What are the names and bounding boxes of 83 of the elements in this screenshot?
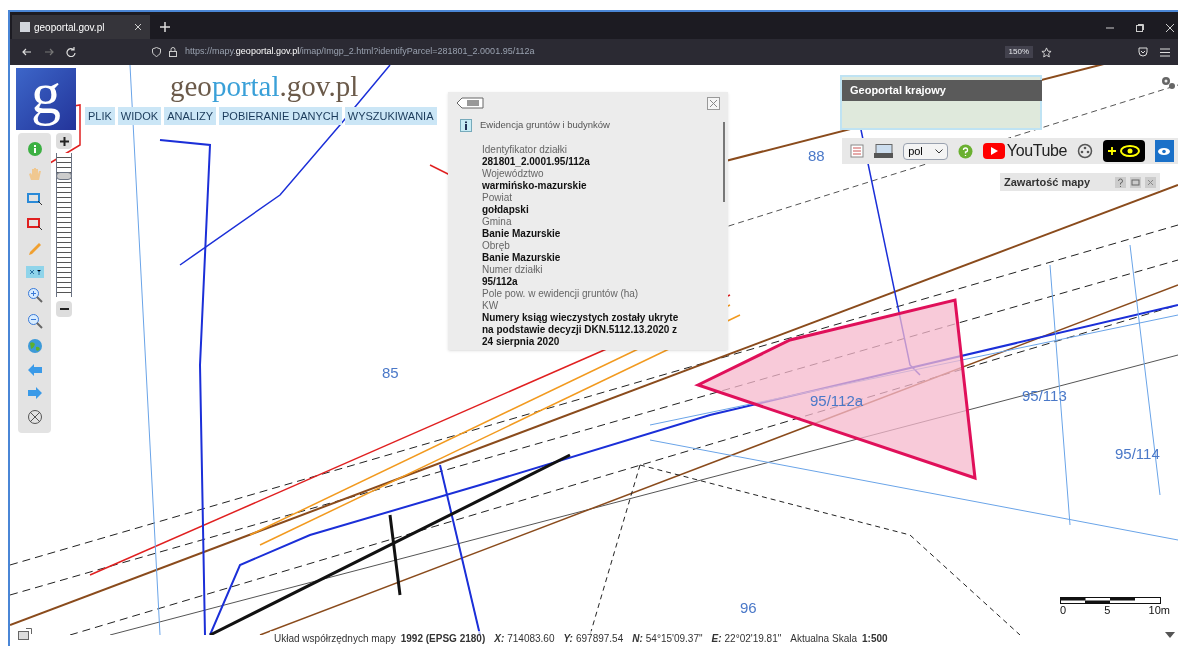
field-label: Identyfikator działki bbox=[482, 144, 569, 157]
browser-tab[interactable]: geoportal.gov.pl bbox=[12, 15, 150, 39]
field-label: KW bbox=[482, 300, 500, 313]
xyh-icon[interactable] bbox=[25, 266, 44, 279]
play-icon[interactable] bbox=[982, 143, 1005, 159]
field-label: Obręb bbox=[482, 240, 511, 253]
field-label: Województwo bbox=[482, 168, 545, 181]
chevron-down-icon bbox=[935, 148, 944, 154]
caret-down-icon[interactable] bbox=[1165, 632, 1175, 638]
parcel-number: 88 bbox=[808, 146, 825, 166]
minimize-map-icon[interactable] bbox=[18, 628, 32, 640]
help-icon[interactable] bbox=[1115, 176, 1126, 188]
wms-icon[interactable] bbox=[873, 144, 894, 158]
site-icon bbox=[20, 22, 30, 32]
contrast-button[interactable] bbox=[1102, 140, 1145, 162]
youtube-link[interactable]: YouTube bbox=[1006, 143, 1067, 159]
shield-icon bbox=[152, 47, 161, 57]
parcel-polygon[interactable] bbox=[694, 298, 977, 481]
scale-label: 0 bbox=[1060, 604, 1067, 616]
url-text: https://mapy.geoportal.gov.pl/imap/Imgp_2.html?identifyParcel=281801_2.0001.95/112a bbox=[185, 45, 536, 59]
field-value: 281801_2.0001.95/112a bbox=[482, 156, 591, 169]
zoom-out-button[interactable] bbox=[56, 301, 72, 317]
field-label: Pole pow. w ewidencji gruntów (ha) bbox=[482, 288, 640, 301]
eye-button[interactable] bbox=[1154, 140, 1174, 162]
overview-title: Geoportal krajowy bbox=[842, 80, 1042, 101]
menu-item[interactable]: ANALIZY bbox=[164, 107, 216, 125]
panel-title: Ewidencja gruntów i budynków bbox=[480, 118, 610, 132]
star-icon[interactable] bbox=[1041, 46, 1052, 58]
field-value: Banie Mazurskie bbox=[482, 228, 562, 241]
overview-map[interactable]: Geoportal krajowy bbox=[840, 75, 1042, 130]
back-icon[interactable] bbox=[22, 47, 32, 57]
parcel-number: 96 bbox=[740, 598, 757, 618]
gears-icon[interactable] bbox=[1160, 75, 1176, 91]
field-value: gołdapski bbox=[482, 204, 530, 217]
language-select[interactable]: pol bbox=[903, 142, 949, 160]
parcel-number: 95/112a bbox=[810, 391, 864, 411]
reload-icon[interactable] bbox=[66, 47, 76, 57]
menu-item[interactable]: WYSZUKIWANIA bbox=[344, 107, 437, 125]
zoom-out-icon[interactable] bbox=[26, 312, 43, 329]
scale-label: 10m bbox=[1148, 604, 1170, 616]
eye-icon bbox=[1119, 145, 1140, 157]
zoom-in-icon[interactable] bbox=[26, 287, 43, 304]
eye-icon bbox=[1157, 146, 1172, 156]
menu-icon[interactable] bbox=[1160, 47, 1170, 57]
new-tab-icon[interactable] bbox=[160, 22, 170, 32]
help-icon[interactable] bbox=[958, 143, 973, 159]
zoom-slider-thumb[interactable] bbox=[56, 172, 72, 181]
list-icon[interactable] bbox=[456, 97, 484, 109]
reel-icon[interactable] bbox=[26, 408, 43, 425]
field-value: Banie Mazurskie bbox=[482, 252, 562, 265]
field-label: Powiat bbox=[482, 192, 513, 205]
map-contents-title: Zawartość mapy bbox=[1004, 174, 1092, 190]
field-value: warmińsko-mazurskie bbox=[482, 180, 588, 193]
select-rectangle-icon[interactable] bbox=[26, 191, 43, 208]
field-label: Numer działki bbox=[482, 264, 544, 277]
menu-item[interactable]: PLIK bbox=[85, 107, 115, 125]
select-rectangle-icon[interactable] bbox=[26, 216, 43, 233]
restore-icon[interactable] bbox=[1136, 24, 1144, 32]
forward-icon[interactable] bbox=[44, 47, 54, 57]
parcel-number: 95/113 bbox=[1022, 386, 1067, 406]
minus-icon bbox=[59, 308, 69, 310]
plus-icon bbox=[59, 136, 69, 146]
zoom-level[interactable]: 150% bbox=[1004, 46, 1033, 58]
menu-item[interactable]: POBIERANIE DANYCH bbox=[219, 107, 342, 125]
scale-label: 5 bbox=[1104, 604, 1111, 616]
field-value: Numery ksiąg wieczystych zostały ukryte na podstawie decyzji DKN.5112.13.2020 z 24 sierpnia 2020 bbox=[482, 312, 680, 349]
field-label: Gmina bbox=[482, 216, 513, 229]
field-value: 95/112a bbox=[482, 276, 519, 289]
pocket-icon[interactable] bbox=[1138, 47, 1148, 57]
zoom-in-button[interactable] bbox=[56, 133, 72, 149]
close-icon[interactable] bbox=[1166, 24, 1174, 32]
lock-icon bbox=[169, 47, 177, 57]
plus-icon bbox=[1107, 147, 1116, 155]
close-icon[interactable] bbox=[134, 23, 142, 31]
reel-icon[interactable] bbox=[1076, 143, 1093, 159]
parcel-number: 95/114 bbox=[1115, 444, 1160, 464]
info-icon[interactable] bbox=[26, 141, 43, 157]
menu-item[interactable]: WIDOK bbox=[117, 107, 162, 125]
logo[interactable]: g bbox=[16, 68, 76, 130]
info-icon bbox=[460, 118, 472, 132]
parcel-number: 85 bbox=[382, 363, 399, 383]
maximize-icon[interactable] bbox=[1130, 176, 1141, 188]
site-title: geoportal.gov.pl bbox=[170, 72, 359, 101]
